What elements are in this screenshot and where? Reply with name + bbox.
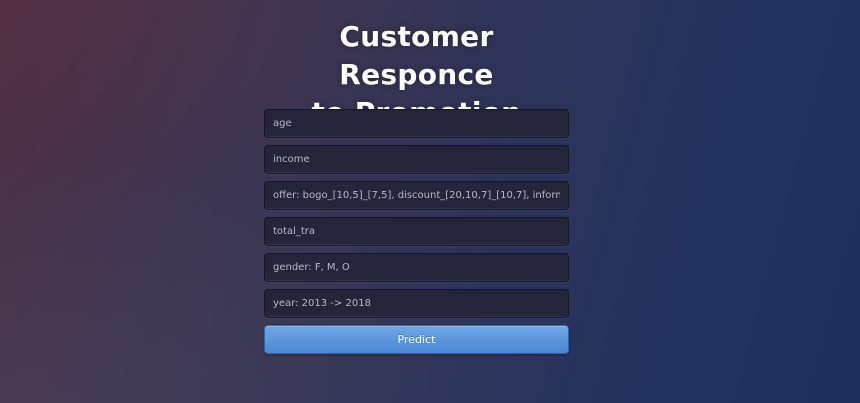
login-panel: Customer Responce to Promotion Predict xyxy=(264,18,569,354)
prediction-form: Predict xyxy=(264,109,569,354)
total-tra-input[interactable] xyxy=(264,217,569,246)
predict-button[interactable]: Predict xyxy=(264,325,569,354)
year-input[interactable] xyxy=(264,289,569,318)
offer-input[interactable] xyxy=(264,181,569,210)
age-input[interactable] xyxy=(264,109,569,138)
page-title-line-1: Customer Responce xyxy=(339,20,494,91)
gender-input[interactable] xyxy=(264,253,569,282)
income-input[interactable] xyxy=(264,145,569,174)
